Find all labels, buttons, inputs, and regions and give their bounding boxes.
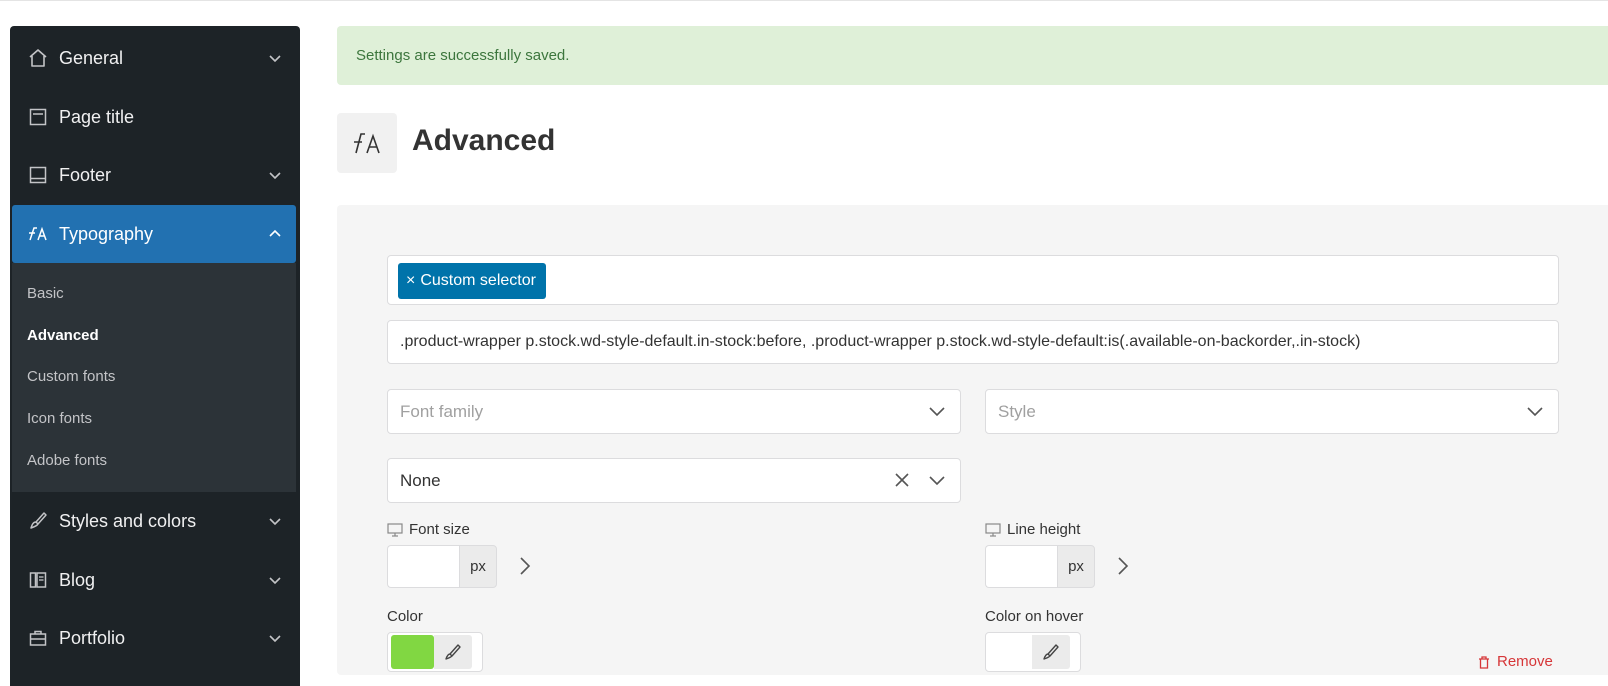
desktop-icon (387, 522, 403, 537)
sidebar: General Page title Footer Typography Bas… (10, 26, 300, 686)
selector-value: .product-wrapper p.stock.wd-style-defaul… (400, 333, 1361, 350)
font-size-control: px (387, 545, 497, 588)
line-height-label: Line height (985, 521, 1080, 538)
selector-tag-field[interactable]: × Custom selector (387, 255, 1559, 305)
chevron-down-icon (269, 577, 281, 585)
eyedropper-icon (1043, 644, 1059, 660)
remove-label: Remove (1497, 653, 1553, 670)
sidebar-item-label: General (59, 47, 124, 68)
chevron-down-icon (1527, 407, 1543, 417)
footer-icon (27, 164, 49, 186)
color-swatch[interactable] (391, 635, 434, 669)
submenu-item-adobe-fonts[interactable]: Adobe fonts (27, 452, 107, 469)
line-height-label-text: Line height (1007, 521, 1081, 538)
typography-icon (27, 223, 49, 245)
font-size-label-text: Font size (409, 521, 470, 538)
line-height-control: px (985, 545, 1095, 588)
remove-button[interactable]: Remove (1477, 653, 1553, 670)
text-transform-select[interactable]: None (387, 458, 961, 503)
custom-selector-tag[interactable]: × Custom selector (398, 263, 546, 299)
font-size-label: Font size (387, 521, 470, 538)
font-size-unit[interactable]: px (459, 545, 497, 588)
chevron-down-icon[interactable] (928, 473, 946, 487)
sidebar-item-page-title[interactable]: Page title (12, 88, 296, 146)
hover-color-swatch[interactable] (989, 635, 1032, 669)
submenu-item-custom-fonts[interactable]: Custom fonts (27, 368, 115, 385)
chevron-right-icon[interactable] (518, 555, 532, 577)
custom-selector-input[interactable]: .product-wrapper p.stock.wd-style-defaul… (387, 320, 1559, 364)
sidebar-item-label: Portfolio (59, 627, 126, 648)
chevron-down-icon (269, 635, 281, 643)
eyedropper-button[interactable] (1032, 635, 1070, 669)
typography-icon (337, 113, 397, 173)
sidebar-item-label: Blog (59, 569, 96, 590)
sidebar-item-label: Typography (59, 223, 154, 244)
sidebar-item-label: Footer (59, 164, 112, 185)
blog-icon (27, 569, 49, 591)
submenu-item-icon-fonts[interactable]: Icon fonts (27, 410, 92, 427)
font-family-select[interactable]: Font family (387, 389, 961, 434)
notice-text: Settings are successfully saved. (356, 47, 570, 64)
sidebar-item-blog[interactable]: Blog (12, 551, 296, 609)
sidebar-item-label: Page title (59, 106, 135, 127)
eyedropper-button[interactable] (434, 635, 472, 669)
chevron-down-icon (269, 518, 281, 526)
desktop-icon (985, 522, 1001, 537)
top-divider (0, 0, 1608, 1)
tag-remove-icon[interactable]: × (406, 272, 415, 290)
home-icon (27, 47, 49, 69)
color-label: Color (387, 608, 423, 625)
sidebar-item-styles-and-colors[interactable]: Styles and colors (12, 492, 296, 550)
font-family-placeholder: Font family (400, 402, 484, 421)
sidebar-item-typography[interactable]: Typography (12, 205, 296, 263)
sidebar-item-general[interactable]: General (12, 29, 296, 87)
page-title: Advanced (412, 124, 556, 157)
text-transform-value: None (400, 471, 441, 490)
color-picker[interactable] (387, 632, 483, 672)
sidebar-item-portfolio[interactable]: Portfolio (12, 609, 296, 667)
chevron-up-icon (269, 229, 281, 237)
style-placeholder: Style (998, 402, 1036, 421)
chevron-down-icon (269, 55, 281, 63)
submenu-item-advanced[interactable]: Advanced (27, 327, 99, 344)
portfolio-icon (27, 627, 49, 649)
typography-submenu: Basic Advanced Custom fonts Icon fonts A… (12, 263, 296, 492)
clear-icon[interactable] (894, 472, 910, 488)
style-select[interactable]: Style (985, 389, 1559, 434)
chevron-down-icon (269, 172, 281, 180)
trash-icon (1479, 655, 1489, 669)
color-on-hover-label: Color on hover (985, 608, 1084, 625)
page-title-icon (27, 106, 49, 128)
line-height-unit[interactable]: px (1057, 545, 1095, 588)
hover-color-picker[interactable] (985, 632, 1081, 672)
eyedropper-icon (445, 644, 461, 660)
chevron-down-icon (929, 407, 945, 417)
tag-label: Custom selector (420, 272, 536, 289)
chevron-right-icon[interactable] (1116, 555, 1130, 577)
sidebar-item-footer[interactable]: Footer (12, 146, 296, 204)
line-height-input[interactable] (985, 545, 1057, 588)
font-size-input[interactable] (387, 545, 459, 588)
brush-icon (27, 510, 49, 532)
success-notice: Settings are successfully saved. (337, 26, 1608, 85)
sidebar-item-label: Styles and colors (59, 510, 197, 531)
submenu-item-basic[interactable]: Basic (27, 285, 64, 302)
